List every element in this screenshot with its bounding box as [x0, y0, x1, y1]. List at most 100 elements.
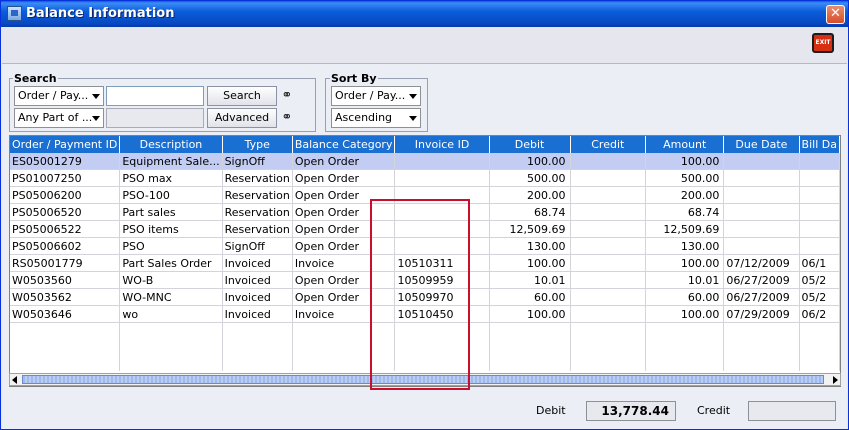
column-header[interactable]: Order / Payment ID: [10, 136, 121, 153]
empty-cell: [723, 339, 800, 355]
table-cell: WO-MNC: [119, 288, 223, 306]
table-cell: 07/12/2009: [723, 254, 800, 272]
table-cell: 500.00: [489, 169, 571, 187]
sort-order-select-value: Ascending: [335, 111, 393, 124]
table-cell: [799, 169, 840, 187]
table-cell: Open Order: [292, 203, 396, 221]
table-cell: [570, 271, 647, 289]
scroll-right-icon[interactable]: [833, 376, 838, 384]
window-title: Balance Information: [26, 6, 175, 21]
table-cell: Open Order: [292, 169, 396, 187]
empty-cell: [10, 355, 121, 371]
search-field-select[interactable]: Order / Pay...: [14, 86, 104, 106]
exit-button[interactable]: EXIT: [812, 33, 834, 53]
table-cell: [723, 186, 800, 204]
empty-row: [10, 322, 840, 339]
table-cell: 06/27/2009: [723, 271, 800, 289]
table-cell: SignOff: [222, 237, 293, 255]
table-cell: 100.00: [489, 153, 571, 170]
table-cell: Part Sales Order: [119, 254, 223, 272]
empty-cell: [394, 355, 490, 371]
toolbar: EXIT: [2, 27, 847, 64]
table-row[interactable]: ES05001279 Equipment Sale... SignOff Open O…: [10, 153, 840, 170]
column-header[interactable]: Invoice ID: [394, 136, 490, 153]
search-group-label: Search: [13, 72, 58, 85]
table-cell: [570, 305, 647, 323]
column-header[interactable]: Due Date: [723, 136, 800, 153]
column-header[interactable]: Amount: [645, 136, 725, 153]
table-cell: 05/2: [799, 271, 840, 289]
table-cell: [723, 220, 800, 238]
table-row[interactable]: PS05006602 PSO SignOff Open Order 130.00 130.…: [10, 237, 840, 255]
empty-cell: [799, 339, 840, 355]
table-cell: PS05006200: [10, 186, 121, 204]
table-cell: PSO-100: [119, 186, 223, 204]
empty-cell: [723, 322, 800, 339]
empty-cell: [292, 339, 396, 355]
empty-cell: [10, 322, 121, 339]
table-row[interactable]: W0503646 wo Invoiced Invoice 10510450 100.00 1…: [10, 305, 840, 323]
table-row[interactable]: PS05006522 PSO items Reservation Open Order…: [10, 220, 840, 238]
table-cell: Open Order: [292, 271, 396, 289]
table-cell: 10509970: [394, 288, 490, 306]
table-cell: Part sales: [119, 203, 223, 221]
table-cell: W0503560: [10, 271, 121, 289]
empty-cell: [799, 322, 840, 339]
table-cell: [394, 153, 490, 170]
table-cell: [723, 237, 800, 255]
table-row[interactable]: PS01007250 PSO max Reservation Open Order 50…: [10, 169, 840, 187]
horizontal-scrollbar[interactable]: [9, 373, 841, 386]
table-cell: Invoice: [292, 254, 396, 272]
table-cell: Reservation: [222, 203, 293, 221]
column-header[interactable]: Credit: [570, 136, 647, 153]
empty-cell: [394, 322, 490, 339]
chevron-down-icon: [409, 94, 417, 99]
empty-cell: [222, 322, 293, 339]
table-row[interactable]: PS05006200 PSO-100 Reservation Open Order 20…: [10, 186, 840, 204]
binoculars-icon[interactable]: ⚭: [279, 110, 295, 126]
search-input[interactable]: [106, 86, 204, 106]
empty-cell: [570, 322, 647, 339]
table-cell: 06/2: [799, 305, 840, 323]
table-cell: 60.00: [489, 288, 571, 306]
table-cell: W0503646: [10, 305, 121, 323]
table-cell: W0503562: [10, 288, 121, 306]
empty-cell: [489, 355, 571, 371]
table-cell: 10510311: [394, 254, 490, 272]
search-button[interactable]: Search: [207, 86, 277, 106]
binoculars-icon[interactable]: ⚭: [279, 88, 295, 104]
table-cell: 07/29/2009: [723, 305, 800, 323]
empty-cell: [570, 339, 647, 355]
column-header[interactable]: Type: [222, 136, 293, 153]
column-header[interactable]: Bill Da: [799, 136, 840, 153]
table-cell: Open Order: [292, 220, 396, 238]
table-cell: SignOff: [222, 153, 293, 170]
table-cell: PSO items: [119, 220, 223, 238]
sort-field-select[interactable]: Order / Pay...: [331, 86, 421, 106]
column-header[interactable]: Description: [119, 136, 223, 153]
empty-cell: [292, 355, 396, 371]
app-icon: [7, 6, 22, 21]
column-header[interactable]: Debit: [489, 136, 571, 153]
match-type-select[interactable]: Any Part of ...: [14, 108, 104, 128]
column-header[interactable]: Balance Category: [292, 136, 396, 153]
table-row[interactable]: PS05006520 Part sales Reservation Open Orde…: [10, 203, 840, 221]
advanced-button[interactable]: Advanced: [207, 108, 277, 128]
title-bar: Balance Information ✕: [1, 1, 848, 27]
table-cell: [799, 237, 840, 255]
scrollbar-thumb[interactable]: [22, 375, 824, 384]
scroll-left-icon[interactable]: [12, 376, 17, 384]
table-row[interactable]: W0503560 WO-B Invoiced Open Order 10509959 10…: [10, 271, 840, 289]
empty-cell: [119, 339, 223, 355]
sort-order-select[interactable]: Ascending: [331, 108, 421, 128]
table-row[interactable]: W0503562 WO-MNC Invoiced Open Order 10509970…: [10, 288, 840, 306]
table-cell: RS05001779: [10, 254, 121, 272]
table-cell: [394, 169, 490, 187]
table-cell: 68.74: [489, 203, 571, 221]
close-button[interactable]: ✕: [826, 5, 845, 24]
table-cell: [570, 203, 647, 221]
table-row[interactable]: RS05001779 Part Sales Order Invoiced Invoic…: [10, 254, 840, 272]
table-cell: [570, 186, 647, 204]
sort-group-label: Sort By: [330, 72, 378, 85]
table-cell: [799, 220, 840, 238]
